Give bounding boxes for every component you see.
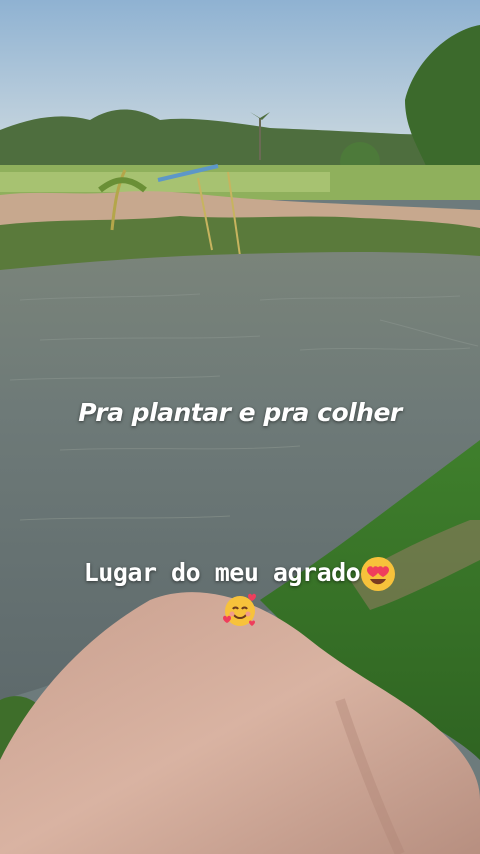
smiling-face-with-hearts-emoji-icon — [223, 593, 256, 626]
caption-sub: Lugar do meu agrado — [83, 558, 361, 587]
caption-sticker-line — [0, 592, 480, 628]
caption-main: Pra plantar e pra colher — [78, 398, 402, 427]
caption-sub-line: Lugar do meu agrado — [0, 556, 480, 592]
pond-scene-photo — [0, 0, 480, 854]
heart-eyes-emoji-icon — [361, 557, 396, 591]
